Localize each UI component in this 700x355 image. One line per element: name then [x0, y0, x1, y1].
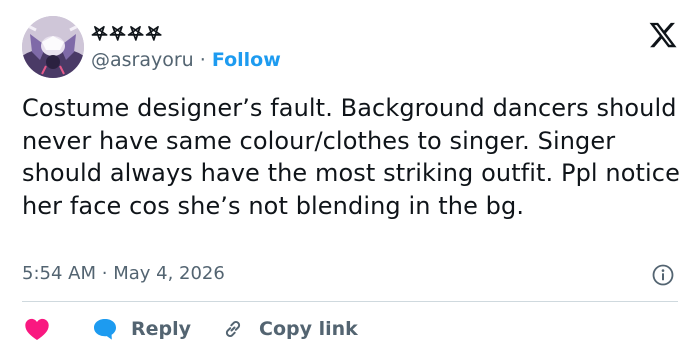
handle-row: @asrayoru · Follow — [91, 47, 281, 73]
avatar[interactable] — [22, 16, 84, 78]
tweet-text: Costume designer’s fault. Background dan… — [22, 94, 688, 220]
link-icon — [225, 321, 241, 337]
follow-button[interactable]: Follow — [212, 49, 281, 71]
divider — [22, 301, 678, 302]
reply-bubble-icon — [94, 319, 116, 340]
display-name[interactable]: 𖤐𖤐𖤐𖤐 — [91, 22, 163, 46]
user-handle[interactable]: @asrayoru — [91, 49, 194, 71]
tweet-card: 𖤐𖤐𖤐𖤐 @asrayoru · Follow Costume designer… — [0, 0, 700, 355]
separator-dot: · — [199, 49, 212, 71]
x-logo-icon[interactable] — [648, 20, 678, 50]
reply-label: Reply — [131, 318, 192, 340]
tweet-date: May 4, 2026 — [113, 263, 225, 284]
reply-button[interactable]: Reply — [92, 317, 191, 341]
copy-link-label: Copy link — [259, 318, 358, 340]
info-icon[interactable] — [651, 263, 675, 287]
action-bar: Reply Copy link — [24, 315, 358, 343]
tweet-time: 5:54 AM — [22, 263, 96, 284]
heart-icon — [25, 318, 49, 341]
like-button[interactable] — [24, 317, 50, 341]
separator-dot: · — [101, 263, 114, 284]
copy-link-button[interactable]: Copy link — [221, 317, 358, 341]
tweet-timestamp[interactable]: 5:54 AM · May 4, 2026 — [22, 262, 225, 286]
